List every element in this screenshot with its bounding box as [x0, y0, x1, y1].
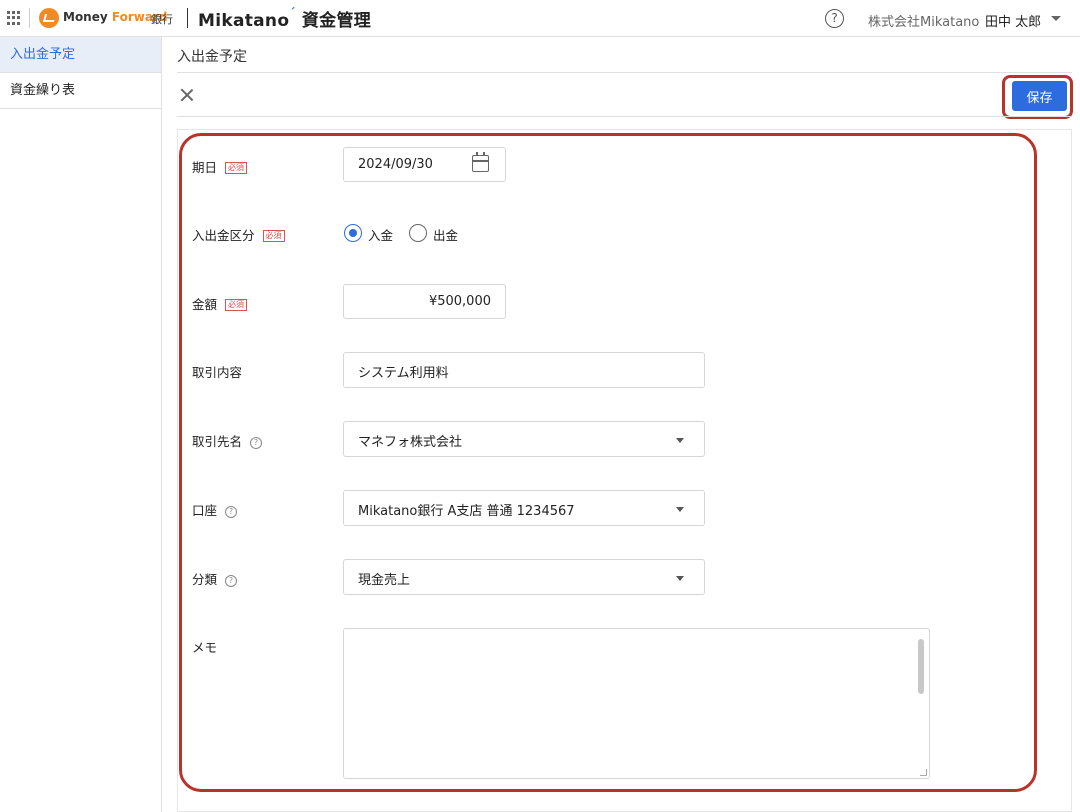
- user-menu-caret-icon[interactable]: [1051, 16, 1061, 21]
- description-label: 取引内容: [192, 365, 243, 380]
- sidebar-item-cash-flow-table[interactable]: 資金繰り表: [0, 73, 161, 109]
- date-field[interactable]: 2024/09/30: [343, 147, 506, 182]
- chevron-down-icon[interactable]: [676, 576, 684, 581]
- date-label: 期日 必須: [192, 157, 248, 176]
- radio-deposit-label: 入金: [368, 228, 394, 243]
- amount-value: ¥500,000: [428, 294, 491, 309]
- description-field[interactable]: システム利用料: [343, 352, 705, 388]
- category-label: 分類?: [192, 569, 238, 588]
- toolbar-divider: [177, 116, 1072, 117]
- memo-label: メモ: [192, 640, 218, 655]
- account-value: Mikatano銀行 A支店 普通 1234567: [358, 504, 575, 519]
- radio-unchecked-icon[interactable]: [409, 224, 427, 242]
- memo-textarea[interactable]: [343, 628, 930, 779]
- required-badge: 必須: [225, 299, 248, 311]
- title-divider: [177, 72, 1072, 73]
- radio-checked-icon[interactable]: [344, 224, 362, 242]
- sidebar-item-cash-schedule[interactable]: 入出金予定: [0, 37, 161, 73]
- money-forward-logo-icon: [39, 8, 59, 28]
- header-divider: [187, 8, 188, 28]
- close-icon[interactable]: [178, 86, 196, 104]
- page-title: 入出金予定: [177, 49, 247, 65]
- help-icon[interactable]: ?: [250, 437, 263, 449]
- category-select[interactable]: 現金売上: [343, 559, 705, 595]
- brand-bank-label: 銀行: [151, 13, 173, 26]
- help-icon[interactable]: ?: [825, 9, 844, 28]
- header-divider: [29, 8, 30, 28]
- partner-label: 取引先名?: [192, 431, 263, 450]
- help-icon[interactable]: ?: [225, 575, 238, 587]
- required-badge: 必須: [262, 230, 285, 242]
- category-value: 現金売上: [358, 573, 411, 588]
- account-select[interactable]: Mikatano銀行 A支店 普通 1234567: [343, 490, 705, 526]
- chevron-down-icon[interactable]: [676, 507, 684, 512]
- amount-field[interactable]: ¥500,000: [343, 284, 506, 319]
- partner-value: マネフォ株式会社: [358, 435, 463, 450]
- help-icon[interactable]: ?: [225, 506, 238, 518]
- sidebar: 入出金予定 資金繰り表: [0, 37, 162, 812]
- resize-handle-icon[interactable]: [920, 769, 927, 776]
- app-grid-icon[interactable]: [7, 11, 21, 25]
- required-badge: 必須: [225, 162, 248, 174]
- type-label: 入出金区分 必須: [192, 225, 285, 244]
- memo-scrollbar[interactable]: [918, 639, 924, 694]
- save-button-highlight: [1002, 75, 1073, 119]
- account-label: 口座?: [192, 500, 238, 519]
- radio-withdrawal-label: 出金: [433, 228, 459, 243]
- app-header: Money Forward 銀行 Mikatano´ 資金管理 ? 株式会社Mi…: [0, 0, 1080, 37]
- date-value: 2024/09/30: [358, 157, 433, 172]
- user-name[interactable]: 田中 太郎: [985, 11, 1041, 30]
- amount-label: 金額 必須: [192, 294, 248, 313]
- description-value: システム利用料: [358, 366, 449, 381]
- chevron-down-icon[interactable]: [676, 438, 684, 443]
- product-name: Mikatano´ 資金管理: [198, 6, 372, 31]
- partner-select[interactable]: マネフォ株式会社: [343, 421, 705, 457]
- calendar-icon[interactable]: [472, 152, 489, 172]
- company-name: 株式会社Mikatano: [868, 15, 980, 30]
